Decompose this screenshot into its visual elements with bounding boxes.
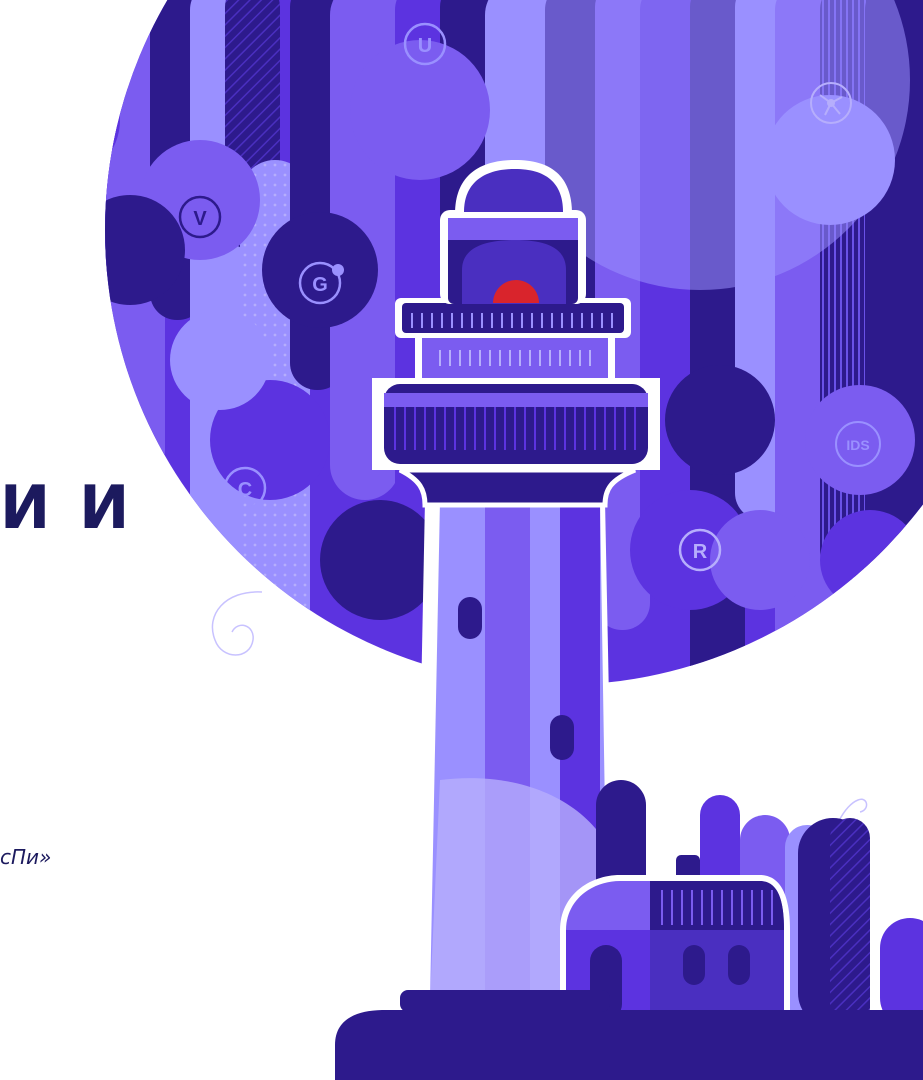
quote-fragment: сПи» xyxy=(0,845,52,869)
svg-text:IDS: IDS xyxy=(846,437,869,453)
svg-text:U: U xyxy=(418,35,432,57)
ground xyxy=(335,1010,923,1080)
headline-fragment: И И xyxy=(0,473,134,543)
svg-text:G: G xyxy=(312,274,328,296)
svg-text:V: V xyxy=(193,208,207,230)
lighthouse-illustration: U V G C R IDS xyxy=(105,0,923,1080)
svg-text:C: C xyxy=(238,479,252,501)
svg-text:R: R xyxy=(693,541,708,563)
